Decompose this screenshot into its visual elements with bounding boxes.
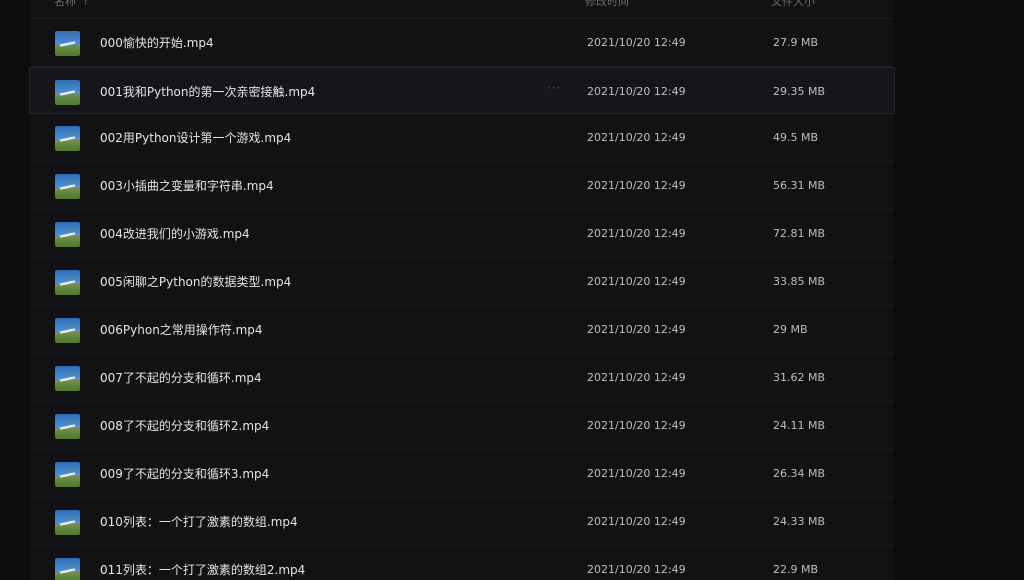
file-modified-time: 2021/10/20 12:49 — [587, 227, 686, 240]
file-row[interactable]: 005闲聊之Python的数据类型.mp4 2021/10/20 12:49 3… — [30, 258, 893, 306]
file-row[interactable]: 001我和Python的第一次亲密接触.mp4 ··· 2021/10/20 1… — [29, 67, 895, 114]
file-row[interactable]: 011列表：一个打了激素的数组2.mp4 2021/10/20 12:49 22… — [30, 546, 893, 580]
file-modified-time: 2021/10/20 12:49 — [587, 515, 686, 528]
file-modified-time: 2021/10/20 12:49 — [587, 371, 686, 384]
sort-ascending-icon[interactable]: ↑ — [82, 0, 90, 8]
file-row[interactable]: 000愉快的开始.mp4 2021/10/20 12:49 27.9 MB — [30, 19, 893, 67]
file-name[interactable]: 008了不起的分支和循环2.mp4 — [100, 417, 269, 434]
video-thumbnail-icon — [55, 174, 80, 199]
file-size: 33.85 MB — [773, 275, 826, 288]
file-row[interactable]: 003小插曲之变量和字符串.mp4 2021/10/20 12:49 56.31… — [30, 162, 893, 210]
video-thumbnail-icon — [55, 558, 80, 580]
file-size: 56.31 MB — [773, 179, 826, 192]
file-row[interactable]: 007了不起的分支和循环.mp4 2021/10/20 12:49 31.62 … — [30, 354, 893, 402]
file-size: 22.9 MB — [773, 563, 819, 576]
video-thumbnail-icon — [55, 510, 80, 535]
file-size: 29 MB — [773, 323, 808, 336]
more-options-icon[interactable]: ··· — [547, 81, 561, 95]
file-modified-time: 2021/10/20 12:49 — [587, 131, 686, 144]
column-header-name-label: 名称 — [54, 0, 76, 8]
file-name[interactable]: 002用Python设计第一个游戏.mp4 — [100, 129, 291, 146]
file-size: 24.33 MB — [773, 515, 826, 528]
video-thumbnail-icon — [55, 80, 80, 105]
file-name[interactable]: 005闲聊之Python的数据类型.mp4 — [100, 273, 291, 290]
file-name[interactable]: 010列表：一个打了激素的数组.mp4 — [100, 513, 298, 530]
file-row[interactable]: 004改进我们的小游戏.mp4 2021/10/20 12:49 72.81 M… — [30, 210, 893, 258]
video-thumbnail-icon — [55, 414, 80, 439]
file-list-panel: 名称 ↑ 修改时间 文件大小 000愉快的开始.mp4 2021/10/20 12… — [29, 0, 895, 580]
file-modified-time: 2021/10/20 12:49 — [587, 323, 686, 336]
file-name[interactable]: 000愉快的开始.mp4 — [100, 34, 214, 51]
column-header-size[interactable]: 文件大小 — [771, 0, 815, 9]
file-name[interactable]: 003小插曲之变量和字符串.mp4 — [100, 177, 274, 194]
column-header-name[interactable]: 名称 ↑ — [54, 0, 90, 9]
video-thumbnail-icon — [55, 318, 80, 343]
file-size: 72.81 MB — [773, 227, 826, 240]
file-modified-time: 2021/10/20 12:49 — [587, 275, 686, 288]
file-size: 31.62 MB — [773, 371, 826, 384]
file-list: 000愉快的开始.mp4 2021/10/20 12:49 27.9 MB 00… — [29, 19, 895, 580]
file-name[interactable]: 007了不起的分支和循环.mp4 — [100, 369, 262, 386]
file-size: 27.9 MB — [773, 36, 819, 49]
file-modified-time: 2021/10/20 12:49 — [587, 467, 686, 480]
file-name[interactable]: 001我和Python的第一次亲密接触.mp4 — [100, 83, 315, 100]
file-name[interactable]: 011列表：一个打了激素的数组2.mp4 — [100, 561, 305, 578]
file-modified-time: 2021/10/20 12:49 — [587, 179, 686, 192]
file-list-header: 名称 ↑ 修改时间 文件大小 — [30, 0, 893, 19]
file-modified-time: 2021/10/20 12:49 — [587, 419, 686, 432]
video-thumbnail-icon — [55, 462, 80, 487]
file-row[interactable]: 008了不起的分支和循环2.mp4 2021/10/20 12:49 24.11… — [30, 402, 893, 450]
video-thumbnail-icon — [55, 366, 80, 391]
file-size: 26.34 MB — [773, 467, 826, 480]
file-row[interactable]: 002用Python设计第一个游戏.mp4 2021/10/20 12:49 4… — [30, 114, 893, 162]
file-name[interactable]: 004改进我们的小游戏.mp4 — [100, 225, 250, 242]
file-browser-window: 名称 ↑ 修改时间 文件大小 000愉快的开始.mp4 2021/10/20 12… — [0, 0, 1024, 580]
file-name[interactable]: 009了不起的分支和循环3.mp4 — [100, 465, 269, 482]
video-thumbnail-icon — [55, 126, 80, 151]
column-header-modified[interactable]: 修改时间 — [585, 0, 629, 9]
file-size: 29.35 MB — [773, 85, 826, 98]
file-row[interactable]: 006Pyhon之常用操作符.mp4 2021/10/20 12:49 29 M… — [30, 306, 893, 354]
video-thumbnail-icon — [55, 270, 80, 295]
video-thumbnail-icon — [55, 222, 80, 247]
file-name[interactable]: 006Pyhon之常用操作符.mp4 — [100, 321, 263, 338]
file-row[interactable]: 010列表：一个打了激素的数组.mp4 2021/10/20 12:49 24.… — [30, 498, 893, 546]
file-size: 49.5 MB — [773, 131, 819, 144]
file-row[interactable]: 009了不起的分支和循环3.mp4 2021/10/20 12:49 26.34… — [30, 450, 893, 498]
file-modified-time: 2021/10/20 12:49 — [587, 36, 686, 49]
video-thumbnail-icon — [55, 31, 80, 56]
file-size: 24.11 MB — [773, 419, 826, 432]
file-modified-time: 2021/10/20 12:49 — [587, 85, 686, 98]
file-modified-time: 2021/10/20 12:49 — [587, 563, 686, 576]
